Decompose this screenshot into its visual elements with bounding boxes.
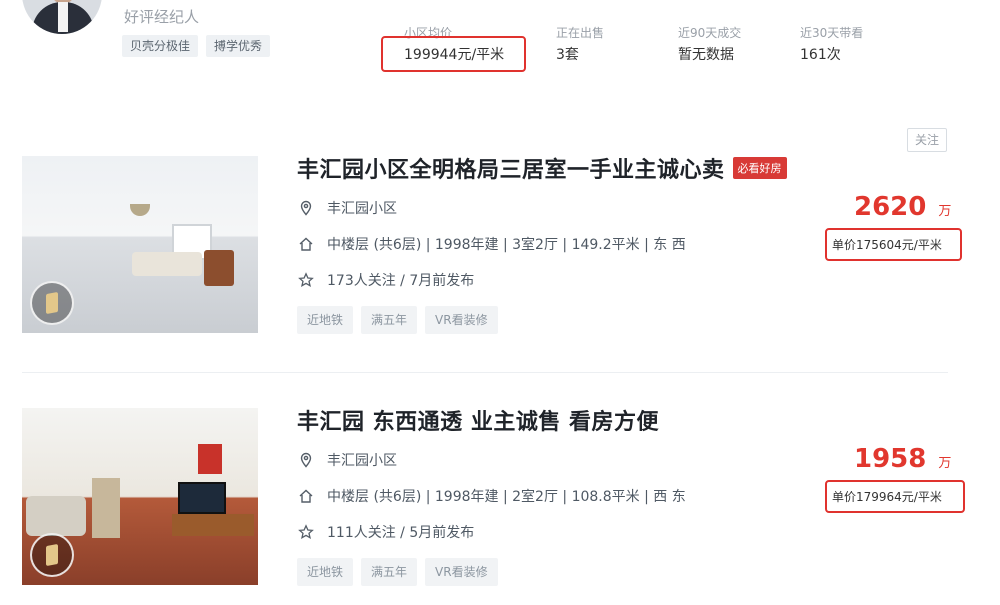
shelf-shape <box>92 478 120 538</box>
title-row: 丰汇园 东西通透 业主诚售 看房方便 <box>297 404 659 436</box>
location-pin-icon <box>297 451 315 469</box>
listing-card[interactable]: 丰汇园 东西通透 业主诚售 看房方便 丰汇园小区 中楼层 (共6层) | 199… <box>0 378 1000 605</box>
chandelier-shape <box>130 204 150 216</box>
location-pin-icon <box>297 199 315 217</box>
stat-value: 暂无数据 <box>678 47 734 63</box>
listing-card[interactable]: 丰汇园小区全明格局三居室一手业主诚心卖 必看好房 丰汇园小区 中楼层 (共6层)… <box>0 126 1000 366</box>
stat-value: 161次 <box>800 47 841 63</box>
total-price-value: 1958 <box>854 444 927 474</box>
details-row: 中楼层 (共6层) | 1998年建 | 2室2厅 | 108.8平米 | 西 … <box>297 486 686 506</box>
follow-button[interactable]: 关注 <box>907 128 947 152</box>
meta-row: 111人关注 / 5月前发布 <box>297 522 474 542</box>
tag-chip: 满五年 <box>361 558 418 586</box>
total-price-value: 2620 <box>854 192 927 222</box>
stat-label: 近30天带看 <box>800 26 864 40</box>
house-details: 中楼层 (共6层) | 1998年建 | 3室2厅 | 149.2平米 | 东 … <box>327 237 686 253</box>
unit-price-highlight <box>825 480 965 513</box>
house-icon <box>297 487 315 505</box>
stat-deals-90d: 近90天成交 暂无数据 <box>678 24 741 64</box>
agent-avatar[interactable] <box>22 0 102 34</box>
stat-viewings-30d: 近30天带看 161次 <box>800 24 863 64</box>
tv-shape <box>178 482 226 514</box>
community-link[interactable]: 丰汇园小区 <box>327 450 397 470</box>
community-link[interactable]: 丰汇园小区 <box>327 198 397 218</box>
stat-label: 正在出售 <box>556 26 605 40</box>
tag-chip: VR看装修 <box>425 558 498 586</box>
tag-chip: 满五年 <box>361 306 418 334</box>
sofa-shape <box>132 252 202 276</box>
listing-divider <box>22 372 948 373</box>
tag-chips: 近地铁 满五年 VR看装修 <box>297 306 498 334</box>
listing-photo[interactable] <box>22 156 258 333</box>
tag-chip: 近地铁 <box>297 558 354 586</box>
stat-label: 近90天成交 <box>678 26 742 40</box>
community-row: 丰汇园小区 <box>297 450 397 470</box>
title-row: 丰汇园小区全明格局三居室一手业主诚心卖 必看好房 <box>297 152 787 184</box>
total-price: 1958 万 <box>854 444 951 474</box>
tv-cabinet-shape <box>172 514 254 536</box>
stat-value: 3套 <box>556 47 579 63</box>
must-see-badge: 必看好房 <box>732 157 787 179</box>
total-price-unit: 万 <box>938 456 952 471</box>
agent-tag: 贝壳分极佳 <box>122 35 199 57</box>
details-row: 中楼层 (共6层) | 1998年建 | 3室2厅 | 149.2平米 | 东 … <box>297 234 686 254</box>
listing-photo[interactable] <box>22 408 258 585</box>
tag-chips: 近地铁 满五年 VR看装修 <box>297 558 498 586</box>
follow-meta: 111人关注 / 5月前发布 <box>327 525 475 541</box>
house-details: 中楼层 (共6层) | 1998年建 | 2室2厅 | 108.8平米 | 西 … <box>327 489 686 505</box>
unit-price-highlight <box>825 228 962 261</box>
house-icon <box>297 235 315 253</box>
wall-decoration-shape <box>198 444 222 474</box>
listing-title[interactable]: 丰汇园 东西通透 业主诚售 看房方便 <box>297 404 659 436</box>
star-icon <box>297 271 315 289</box>
tag-chip: VR看装修 <box>425 306 498 334</box>
listing-title[interactable]: 丰汇园小区全明格局三居室一手业主诚心卖 <box>297 152 725 184</box>
star-icon <box>297 523 315 541</box>
total-price: 2620 万 <box>854 192 951 222</box>
avg-price-highlight <box>381 36 526 72</box>
community-row: 丰汇园小区 <box>297 198 397 218</box>
follow-meta: 173人关注 / 7月前发布 <box>327 273 475 289</box>
total-price-unit: 万 <box>938 204 952 219</box>
vr-panorama-icon[interactable] <box>30 533 74 577</box>
sofa-shape <box>26 496 86 536</box>
agent-tag: 搏学优秀 <box>206 35 271 57</box>
avatar-shirt <box>58 2 68 32</box>
chair-shape <box>204 250 234 286</box>
tag-chip: 近地铁 <box>297 306 354 334</box>
stat-on-sale[interactable]: 正在出售 3套 <box>556 24 604 64</box>
agent-role: 好评经纪人 <box>124 8 200 26</box>
vr-panorama-icon[interactable] <box>30 281 74 325</box>
agent-tags: 贝壳分极佳 搏学优秀 <box>122 35 271 57</box>
meta-row: 173人关注 / 7月前发布 <box>297 270 474 290</box>
